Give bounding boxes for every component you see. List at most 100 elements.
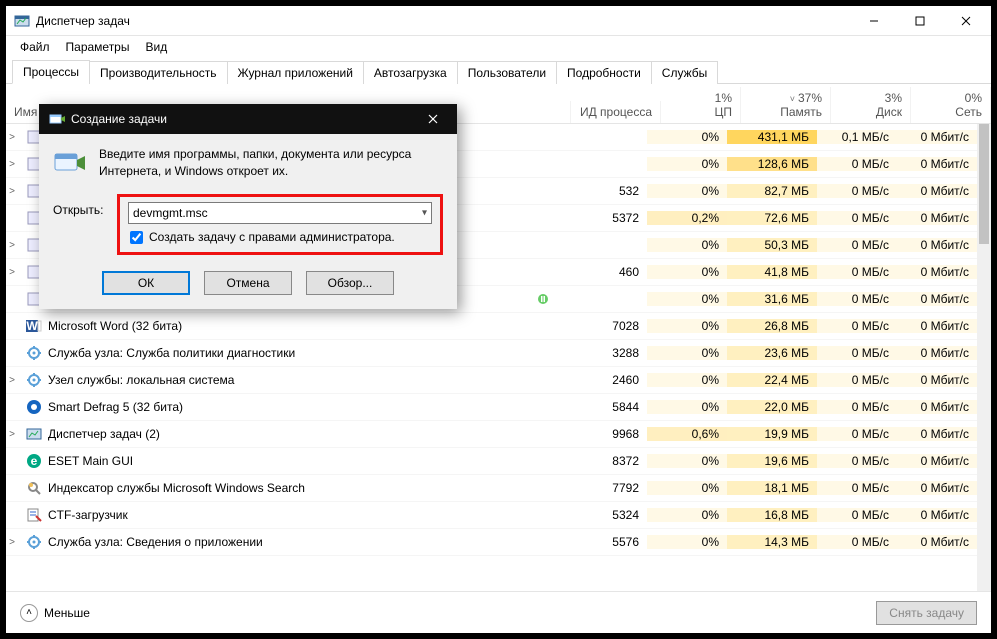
window-title: Диспетчер задач [36, 14, 130, 28]
tab-users[interactable]: Пользователи [457, 61, 557, 84]
expand-chevron-icon[interactable]: > [6, 429, 18, 440]
cell-pid: 5324 [557, 508, 647, 522]
run-icon [53, 146, 87, 180]
tabs: Процессы Производительность Журнал прило… [6, 58, 991, 84]
cell-cpu: 0% [647, 508, 727, 522]
highlighted-area: devmgmt.msc ▾ Создать задачу с правами а… [117, 194, 443, 255]
table-row[interactable]: CTF-загрузчик53240%16,8 МБ0 МБ/с0 Мбит/с [6, 502, 977, 529]
cell-memory: 50,3 МБ [727, 238, 817, 252]
fewer-details-button[interactable]: ˄ Меньше [20, 604, 90, 622]
cell-disk: 0 МБ/с [817, 481, 897, 495]
cell-pid: 7028 [557, 319, 647, 333]
expand-chevron-icon[interactable]: > [6, 132, 18, 143]
col-cpu[interactable]: 1%ЦП [661, 87, 741, 123]
col-pid[interactable]: ИД процесса [571, 101, 661, 123]
titlebar[interactable]: Диспетчер задач [6, 6, 991, 36]
end-task-button[interactable]: Снять задачу [876, 601, 977, 625]
table-row[interactable]: Индексатор службы Microsoft Windows Sear… [6, 475, 977, 502]
col-disk[interactable]: 3%Диск [831, 87, 911, 123]
cell-network: 0 Мбит/с [897, 238, 977, 252]
menu-file[interactable]: Файл [12, 38, 58, 56]
chevron-down-icon[interactable]: ▾ [422, 208, 427, 219]
col-network[interactable]: 0%Сеть [911, 87, 991, 123]
dialog-titlebar[interactable]: Создание задачи [39, 104, 457, 134]
cell-memory: 31,6 МБ [727, 292, 817, 306]
menu-options[interactable]: Параметры [58, 38, 138, 56]
cell-disk: 0 МБ/с [817, 508, 897, 522]
tab-performance[interactable]: Производительность [89, 61, 227, 84]
tab-startup[interactable]: Автозагрузка [363, 61, 458, 84]
process-name: Служба узла: Служба политики диагностики [48, 346, 295, 360]
cell-memory: 19,9 МБ [727, 427, 817, 441]
cell-network: 0 Мбит/с [897, 211, 977, 225]
cell-disk: 0 МБ/с [817, 454, 897, 468]
run-dialog[interactable]: Создание задачи Введите имя программы, п… [39, 104, 457, 309]
svg-text:e: e [31, 454, 38, 468]
process-icon [26, 345, 42, 361]
scroll-thumb[interactable] [979, 124, 989, 244]
tab-services[interactable]: Службы [651, 61, 718, 84]
admin-checkbox-label: Создать задачу с правами администратора. [149, 230, 395, 244]
menu-view[interactable]: Вид [137, 38, 175, 56]
cell-memory: 16,8 МБ [727, 508, 817, 522]
tab-details[interactable]: Подробности [556, 61, 652, 84]
expand-chevron-icon[interactable]: > [6, 186, 18, 197]
admin-checkbox[interactable]: Создать задачу с правами администратора. [130, 230, 432, 244]
cell-pid: 9968 [557, 427, 647, 441]
tab-apphistory[interactable]: Журнал приложений [227, 61, 364, 84]
table-row[interactable]: >Диспетчер задач (2)99680,6%19,9 МБ0 МБ/… [6, 421, 977, 448]
table-row[interactable]: eESET Main GUI83720%19,6 МБ0 МБ/с0 Мбит/… [6, 448, 977, 475]
cell-pid: 3288 [557, 346, 647, 360]
cell-cpu: 0% [647, 400, 727, 414]
cell-disk: 0 МБ/с [817, 346, 897, 360]
process-icon [26, 399, 42, 415]
expand-chevron-icon[interactable]: > [6, 537, 18, 548]
cell-disk: 0 МБ/с [817, 211, 897, 225]
process-name: Служба узла: Сведения о приложении [48, 535, 263, 549]
cancel-button[interactable]: Отмена [204, 271, 292, 295]
table-row[interactable]: >Служба узла: Сведения о приложении55760… [6, 529, 977, 556]
cell-cpu: 0% [647, 319, 727, 333]
process-name: CTF-загрузчик [48, 508, 128, 522]
cell-network: 0 Мбит/с [897, 319, 977, 333]
table-row[interactable]: WMicrosoft Word (32 бита)70280%26,8 МБ0 … [6, 313, 977, 340]
process-name: Smart Defrag 5 (32 бита) [48, 400, 183, 414]
tab-processes[interactable]: Процессы [12, 60, 90, 84]
expand-chevron-icon[interactable]: > [6, 267, 18, 278]
table-row[interactable]: Smart Defrag 5 (32 бита)58440%22,0 МБ0 М… [6, 394, 977, 421]
process-icon: W [26, 318, 42, 334]
cell-memory: 22,0 МБ [727, 400, 817, 414]
ok-button[interactable]: ОК [102, 271, 190, 295]
cell-pid: 5844 [557, 400, 647, 414]
open-combobox[interactable]: devmgmt.msc ▾ [128, 202, 432, 224]
process-name: ESET Main GUI [48, 454, 133, 468]
table-row[interactable]: >Узел службы: локальная система24600%22,… [6, 367, 977, 394]
cell-memory: 22,4 МБ [727, 373, 817, 387]
admin-checkbox-input[interactable] [130, 231, 143, 244]
browse-button[interactable]: Обзор... [306, 271, 394, 295]
expand-chevron-icon[interactable]: > [6, 159, 18, 170]
table-row[interactable]: Служба узла: Служба политики диагностики… [6, 340, 977, 367]
cell-disk: 0 МБ/с [817, 427, 897, 441]
cell-memory: 72,6 МБ [727, 211, 817, 225]
cell-disk: 0 МБ/с [817, 238, 897, 252]
cell-network: 0 Мбит/с [897, 427, 977, 441]
vertical-scrollbar[interactable] [977, 124, 991, 591]
close-button[interactable] [943, 6, 989, 36]
dialog-close-button[interactable] [413, 104, 453, 134]
cell-memory: 14,3 МБ [727, 535, 817, 549]
cell-cpu: 0% [647, 184, 727, 198]
cell-memory: 82,7 МБ [727, 184, 817, 198]
open-value: devmgmt.msc [133, 206, 208, 220]
expand-chevron-icon[interactable]: > [6, 375, 18, 386]
minimize-button[interactable] [851, 6, 897, 36]
cell-network: 0 Мбит/с [897, 292, 977, 306]
process-icon [26, 426, 42, 442]
process-name: Узел службы: локальная система [48, 373, 234, 387]
maximize-button[interactable] [897, 6, 943, 36]
cell-cpu: 0,6% [647, 427, 727, 441]
chevron-up-icon: ˄ [20, 604, 38, 622]
expand-chevron-icon[interactable]: > [6, 240, 18, 251]
col-memory[interactable]: ˅37%Память [741, 87, 831, 123]
cell-network: 0 Мбит/с [897, 373, 977, 387]
